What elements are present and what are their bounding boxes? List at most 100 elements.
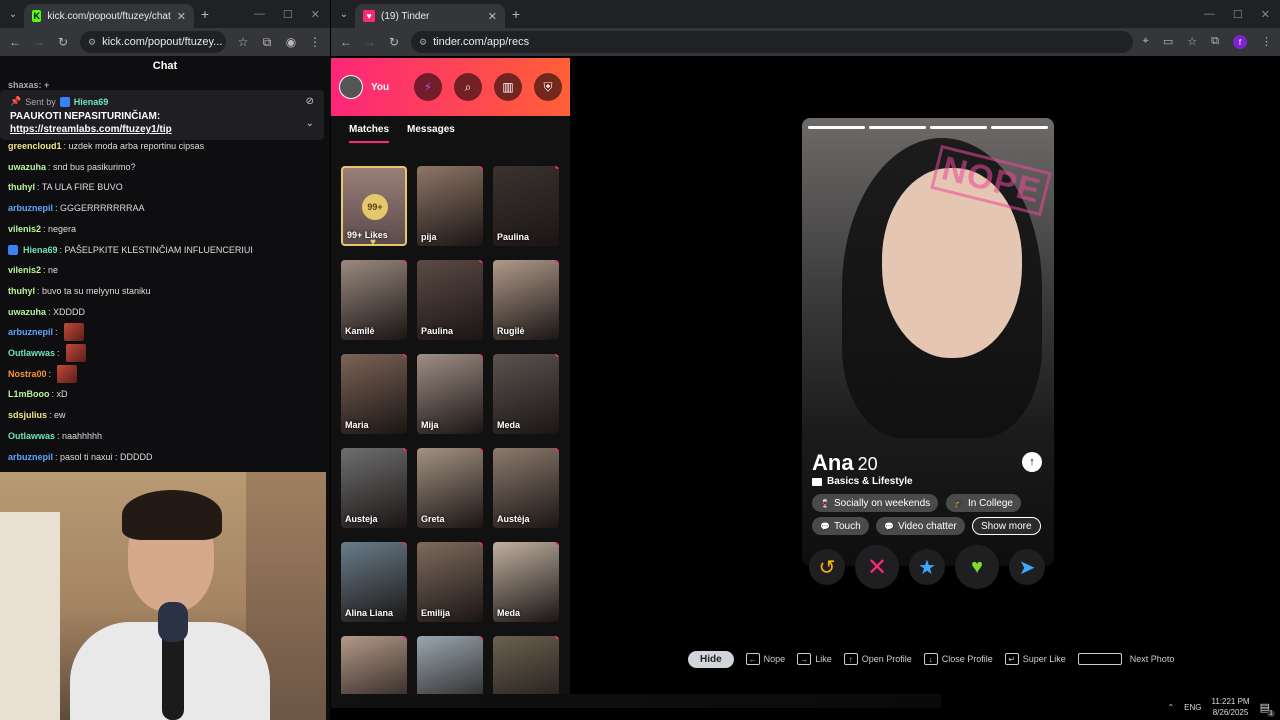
profile-avatar[interactable]: f	[1233, 35, 1247, 49]
chevron-up-icon[interactable]: ⌃	[1167, 703, 1174, 712]
profile-card[interactable]: NOPE Ana 20 ↑ Basics & Lifestyle 🍷 Sociall…	[802, 118, 1054, 566]
match-card[interactable]: Rugilė	[493, 260, 559, 340]
rewind-button[interactable]: ↺	[809, 549, 845, 585]
minimize-icon[interactable]: —	[254, 8, 265, 21]
chat-username[interactable]: Hiena69	[23, 245, 58, 255]
chat-username[interactable]: Outlawwas	[8, 431, 55, 441]
menu-icon[interactable]: ⋮	[1261, 35, 1272, 49]
match-card[interactable]: Alina Liana	[341, 542, 407, 622]
safety-shield-icon[interactable]: ⛨	[534, 73, 562, 101]
url-field[interactable]: ⚙ kick.com/popout/ftuzey...	[80, 31, 226, 53]
notification-icon[interactable]: ▤ 1	[1260, 701, 1275, 717]
reload-icon[interactable]: ↻	[56, 35, 70, 49]
clock[interactable]: 11:221 PM 8/26/2025	[1211, 696, 1249, 718]
boost-icon[interactable]: ⚡	[414, 73, 442, 101]
chat-text: : PAŠELPKITE KLESTINČIAM INFLUENCERIUI	[59, 244, 253, 255]
match-card[interactable]: Meda	[493, 354, 559, 434]
language-indicator[interactable]: ENG	[1184, 703, 1201, 712]
forward-icon[interactable]: →	[363, 35, 377, 49]
likes-card[interactable]: 99+ 99+ Likes ♥	[341, 166, 407, 246]
match-card[interactable]: Austėja	[493, 448, 559, 528]
chat-text: : ne	[43, 265, 59, 276]
chat-username[interactable]: Outlawwas	[8, 348, 55, 358]
match-card[interactable]: Austeja	[341, 448, 407, 528]
forward-icon[interactable]: →	[32, 35, 46, 49]
back-icon[interactable]: ←	[8, 35, 22, 49]
horizontal-scrollbar[interactable]	[331, 694, 941, 708]
tab-tinder[interactable]: ♥ (19) Tinder ✕	[355, 4, 505, 28]
match-card[interactable]	[341, 636, 407, 696]
sender-username[interactable]: Hiena69	[74, 97, 109, 107]
swipe-actions: ↺ ✕ ★ ♥ ➤	[809, 545, 1049, 589]
new-tab-button[interactable]: +	[194, 6, 216, 22]
unpin-icon[interactable]: ⊘	[306, 96, 314, 107]
match-card[interactable]: Paulina	[493, 166, 559, 246]
tinder-shop-icon[interactable]: ▥	[494, 73, 522, 101]
bookmark-star-icon[interactable]: ☆	[1187, 35, 1197, 49]
cast-icon[interactable]: ▭	[1163, 35, 1173, 49]
chat-username[interactable]: L1mBooo	[8, 389, 50, 399]
chat-username[interactable]: uwazuha	[8, 162, 46, 172]
match-card[interactable]	[417, 636, 483, 696]
pinned-message[interactable]: 📌 Sent by Hiena69 PAAUKOTI NEPASITURINČI…	[0, 90, 324, 140]
tab-kick-chat[interactable]: K kick.com/popout/ftuzey/chat ✕	[24, 4, 194, 28]
tab-matches[interactable]: Matches	[349, 124, 390, 143]
extensions-icon[interactable]: ⧉	[260, 35, 274, 50]
match-card[interactable]	[493, 636, 559, 696]
match-card[interactable]: Paulina	[417, 260, 483, 340]
site-info-icon[interactable]: ⚙	[419, 37, 427, 48]
match-card[interactable]: Emilija	[417, 542, 483, 622]
close-icon[interactable]: ✕	[488, 10, 497, 23]
minimize-icon[interactable]: —	[1204, 8, 1215, 21]
tab-search-dropdown[interactable]: ⌄	[333, 3, 355, 25]
close-icon[interactable]: ✕	[177, 10, 186, 23]
explore-icon[interactable]: ⌕	[454, 73, 482, 101]
url-field[interactable]: ⚙ tinder.com/app/recs	[411, 31, 1133, 53]
match-card[interactable]: Greta	[417, 448, 483, 528]
user-avatar[interactable]	[339, 75, 363, 99]
new-tab-button[interactable]: +	[505, 6, 527, 22]
show-more-button[interactable]: Show more	[972, 517, 1041, 535]
close-window-icon[interactable]: ✕	[1261, 8, 1270, 21]
open-profile-button[interactable]: ↑	[1022, 452, 1042, 472]
site-info-icon[interactable]: ⚙	[88, 37, 96, 48]
chat-username[interactable]: vilenis2	[8, 224, 41, 234]
chevron-down-icon[interactable]: ⌄	[306, 118, 314, 129]
nope-button[interactable]: ✕	[855, 545, 899, 589]
reload-icon[interactable]: ↻	[387, 35, 401, 49]
close-window-icon[interactable]: ✕	[311, 8, 320, 21]
tab-messages[interactable]: Messages	[407, 124, 455, 143]
chat-username[interactable]: arbuznepil	[8, 327, 53, 337]
menu-icon[interactable]: ⋮	[308, 35, 322, 49]
match-card[interactable]: Maria	[341, 354, 407, 434]
location-icon[interactable]: ⌖	[1143, 35, 1149, 49]
match-card[interactable]: Mija	[417, 354, 483, 434]
chat-username[interactable]: uwazuha	[8, 307, 46, 317]
hide-shortcuts-button[interactable]: Hide	[688, 650, 734, 668]
chat-username[interactable]: Nostra00	[8, 369, 47, 379]
super-like-button[interactable]: ★	[909, 549, 945, 585]
maximize-icon[interactable]: ☐	[1233, 8, 1243, 21]
chat-username[interactable]: vilenis2	[8, 265, 41, 275]
match-card[interactable]: Kamilė	[341, 260, 407, 340]
bookmark-star-icon[interactable]: ☆	[236, 35, 250, 49]
chat-username[interactable]: greencloud1	[8, 141, 62, 151]
pinned-link[interactable]: https://streamlabs.com/ftuzey1/tip	[10, 124, 314, 135]
right-arrow-key-icon: →	[797, 653, 812, 665]
profile-icon[interactable]: ◉	[284, 35, 298, 49]
like-button[interactable]: ♥	[955, 545, 999, 589]
match-card[interactable]: pija	[417, 166, 483, 246]
you-label[interactable]: You	[371, 82, 402, 93]
chat-username[interactable]: sdsjulius	[8, 410, 47, 420]
chat-username[interactable]: arbuznepil	[8, 452, 53, 462]
chat-username[interactable]: thuhyl	[8, 182, 35, 192]
chat-text: : xD	[51, 389, 68, 400]
boost-button[interactable]: ➤	[1009, 549, 1045, 585]
match-card[interactable]: Meda	[493, 542, 559, 622]
back-icon[interactable]: ←	[339, 35, 353, 49]
maximize-icon[interactable]: ☐	[283, 8, 293, 21]
tab-search-dropdown[interactable]: ⌄	[2, 3, 24, 25]
extensions-icon[interactable]: ⧉	[1211, 35, 1219, 49]
chat-username[interactable]: thuhyl	[8, 286, 35, 296]
chat-username[interactable]: arbuznepil	[8, 203, 53, 213]
